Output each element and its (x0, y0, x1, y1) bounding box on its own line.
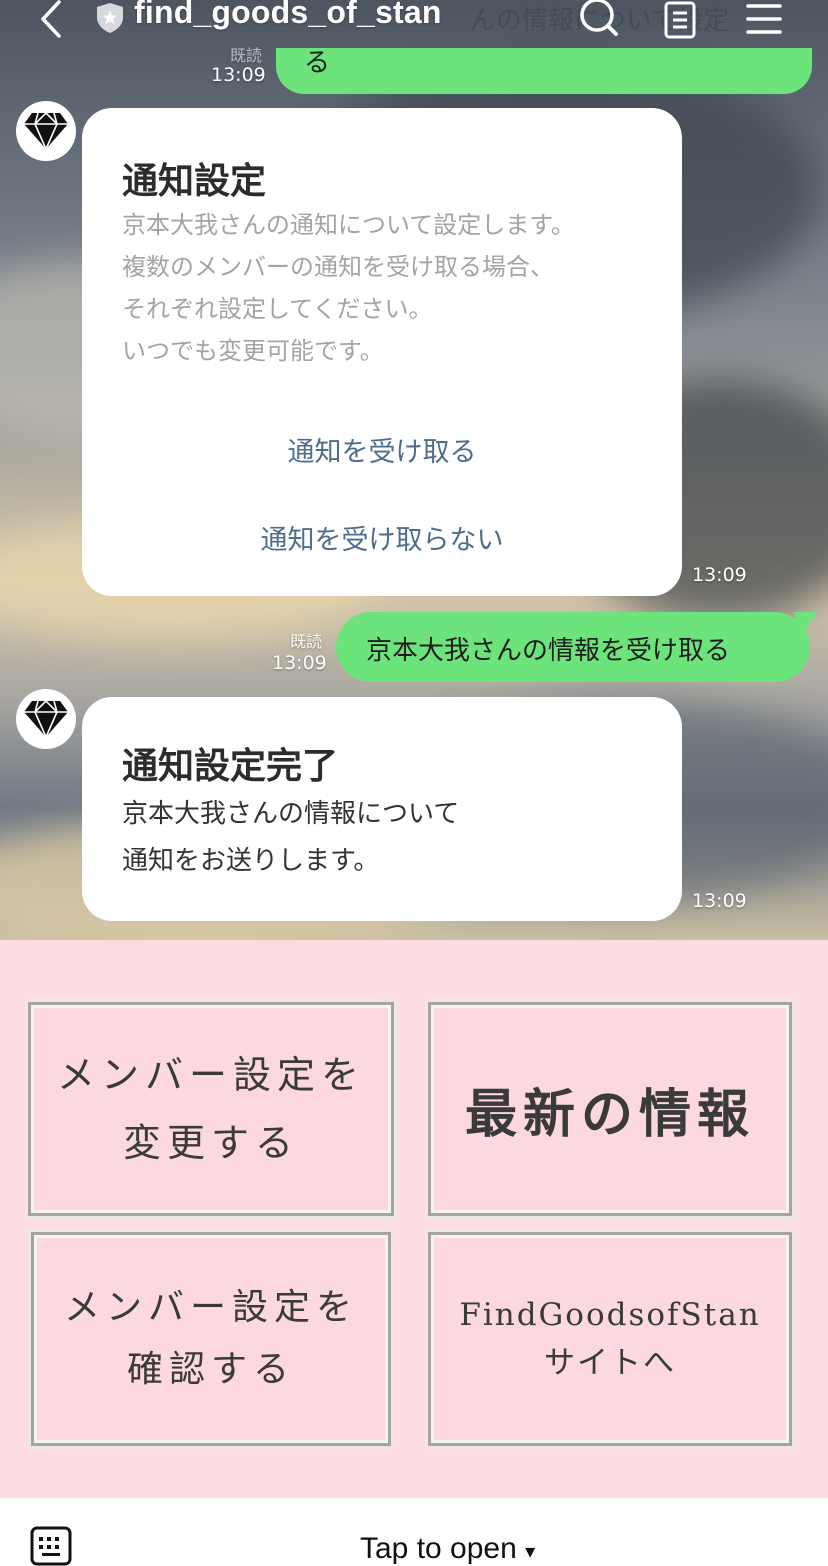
card-title: 通知設定完了 (122, 746, 339, 787)
bot-avatar[interactable] (16, 101, 76, 161)
caret-down-icon: ▾ (525, 1541, 536, 1563)
find-goods-site-button[interactable]: FindGoodsofStan サイトへ (428, 1232, 792, 1446)
message-time: 13:09 (692, 564, 747, 586)
shield-star-icon (94, 2, 126, 34)
change-member-settings-button[interactable]: メンバー設定を 変更する (28, 1002, 394, 1216)
user-message-text: 京本大我さんの情報を受け取る (366, 636, 731, 666)
settings-complete-card: 通知設定完了 京本大我さんの情報について 通知をお送りします。 (82, 697, 682, 921)
diamond-icon (24, 111, 68, 151)
bot-avatar[interactable] (16, 689, 76, 749)
chat-title: find_goods_of_stan (134, 0, 442, 30)
user-message-bubble[interactable]: る (276, 48, 812, 94)
find-goods-site-label: FindGoodsofStan サイトへ (459, 1297, 761, 1381)
chat-header: んの情報について設定 find_goods_of_stan (0, 0, 828, 42)
latest-info-button[interactable]: 最新の情報 (428, 1002, 792, 1216)
change-member-settings-label: メンバー設定を 変更する (56, 1053, 365, 1165)
diamond-icon (24, 699, 68, 739)
user-message-bubble[interactable]: 京本大我さんの情報を受け取る (336, 612, 818, 682)
tap-to-open-label: Tap to open (360, 1532, 517, 1565)
search-icon[interactable] (576, 0, 620, 40)
message-time: 13:09 (272, 652, 327, 674)
back-chevron-icon[interactable] (34, 0, 70, 38)
notes-icon[interactable] (662, 0, 698, 40)
message-time: 13:09 (211, 64, 266, 86)
card-description: 京本大我さんの通知について設定します。 複数のメンバーの通知を受け取る場合、 そ… (122, 211, 575, 365)
read-receipt: 既読 (230, 46, 263, 65)
notification-settings-card: 通知設定 京本大我さんの通知について設定します。 複数のメンバーの通知を受け取る… (82, 108, 682, 596)
read-receipt: 既読 (290, 632, 323, 651)
latest-info-label: 最新の情報 (464, 1084, 755, 1145)
confirm-member-settings-button[interactable]: メンバー設定を 確認する (31, 1232, 391, 1446)
card-body: 京本大我さんの情報について 通知をお送りします。 (122, 799, 460, 876)
keyboard-icon[interactable] (30, 1526, 72, 1566)
decline-notification-button[interactable]: 通知を受け取らない (82, 518, 682, 557)
message-time: 13:09 (692, 890, 747, 912)
card-title: 通知設定 (122, 161, 267, 202)
tap-to-open-toggle[interactable]: Tap to open ▾ (360, 1532, 535, 1566)
user-message-text: る (304, 48, 331, 78)
confirm-member-settings-label: メンバー設定を 確認する (63, 1287, 358, 1390)
rich-menu: メンバー設定を 変更する 最新の情報 メンバー設定を 確認する FindGood… (0, 940, 828, 1498)
menu-icon[interactable] (744, 0, 784, 38)
receive-notification-button[interactable]: 通知を受け取る (82, 430, 682, 469)
